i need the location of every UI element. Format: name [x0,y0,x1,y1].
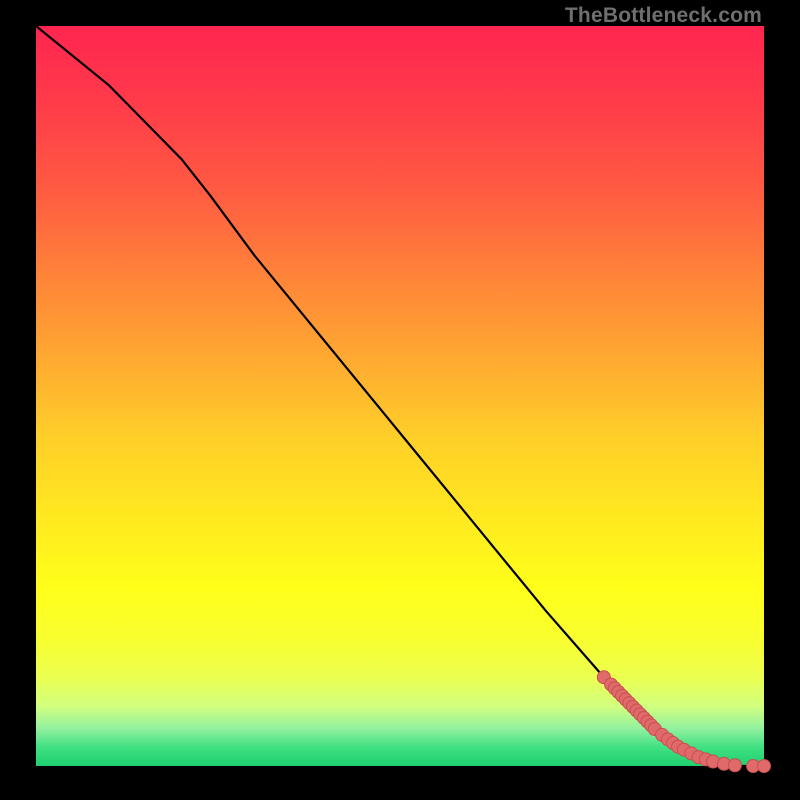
data-point [728,759,741,772]
main-curve [36,26,764,766]
data-points [597,671,770,773]
chart-stage: TheBottleneck.com [0,0,800,800]
chart-overlay [36,26,764,766]
data-point [758,760,771,773]
watermark-text: TheBottleneck.com [565,4,762,28]
